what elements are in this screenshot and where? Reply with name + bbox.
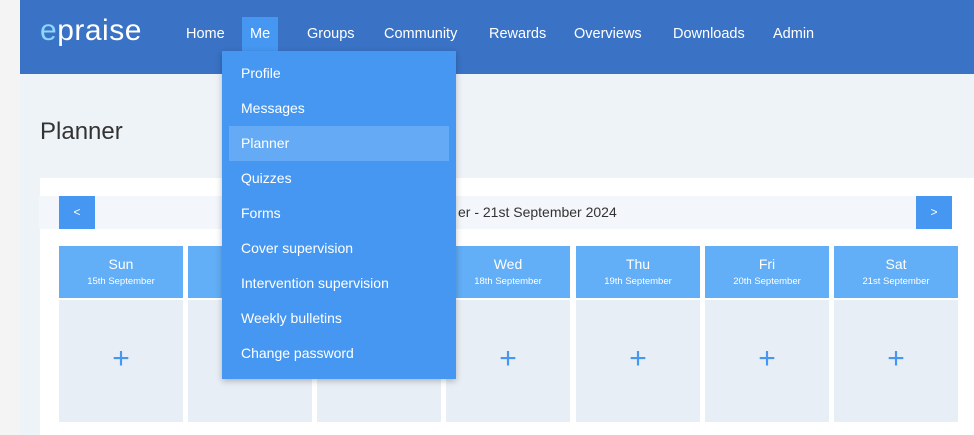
prev-week-button[interactable]: < (59, 196, 95, 229)
menu-item-change-password[interactable]: Change password (222, 336, 456, 371)
menu-item-cover-supervision[interactable]: Cover supervision (222, 231, 456, 266)
day-cell[interactable]: + (59, 300, 183, 422)
day-header: Sat 21st September (834, 246, 958, 298)
day-date: 20th September (733, 276, 801, 287)
menu-item-intervention-supervision[interactable]: Intervention supervision (222, 266, 456, 301)
day-column-fri: Fri 20th September + (705, 246, 829, 422)
day-column-sat: Sat 21st September + (834, 246, 958, 422)
day-cell[interactable]: + (576, 300, 700, 422)
day-name: Wed (493, 256, 523, 272)
add-plus-icon[interactable]: + (446, 344, 570, 374)
page-title: Planner (40, 118, 123, 145)
menu-item-forms[interactable]: Forms (222, 196, 456, 231)
day-date: 21st September (862, 276, 930, 287)
nav-community[interactable]: Community (376, 17, 465, 51)
menu-item-profile[interactable]: Profile (222, 56, 456, 91)
day-column-wed: Wed 18th September + (446, 246, 570, 422)
day-name: Sun (108, 256, 134, 272)
day-date: 15th September (87, 276, 155, 287)
top-navbar: epraise Home Me Groups Community Rewards… (20, 0, 974, 74)
menu-item-messages[interactable]: Messages (222, 91, 456, 126)
day-header: Sun 15th September (59, 246, 183, 298)
day-header: Fri 20th September (705, 246, 829, 298)
day-name: Fri (758, 256, 776, 272)
nav-downloads[interactable]: Downloads (665, 17, 753, 51)
day-name: Sat (885, 256, 907, 272)
day-cell[interactable]: + (446, 300, 570, 422)
add-plus-icon[interactable]: + (834, 344, 958, 374)
nav-groups[interactable]: Groups (299, 17, 363, 51)
next-week-button[interactable]: > (916, 196, 952, 229)
menu-item-planner[interactable]: Planner (229, 126, 449, 161)
me-dropdown-menu: Profile Messages Planner Quizzes Forms C… (222, 51, 456, 379)
day-column-sun: Sun 15th September + (59, 246, 183, 422)
day-header: Wed 18th September (446, 246, 570, 298)
nav-admin[interactable]: Admin (765, 17, 822, 51)
menu-item-quizzes[interactable]: Quizzes (222, 161, 456, 196)
day-cell[interactable]: + (834, 300, 958, 422)
add-plus-icon[interactable]: + (705, 344, 829, 374)
add-plus-icon[interactable]: + (576, 344, 700, 374)
day-name: Thu (625, 256, 651, 272)
day-date: 18th September (474, 276, 542, 287)
day-column-thu: Thu 19th September + (576, 246, 700, 422)
menu-item-weekly-bulletins[interactable]: Weekly bulletins (222, 301, 456, 336)
nav-rewards[interactable]: Rewards (481, 17, 554, 51)
day-header: Thu 19th September (576, 246, 700, 298)
logo-text: praise (57, 14, 142, 47)
week-range-label: er - 21st September 2024 (458, 204, 617, 220)
nav-home[interactable]: Home (178, 17, 233, 51)
day-date: 19th September (604, 276, 672, 287)
add-plus-icon[interactable]: + (59, 344, 183, 374)
day-cell[interactable]: + (705, 300, 829, 422)
left-strip (0, 0, 20, 435)
logo-accent: e (40, 14, 58, 47)
logo[interactable]: epraise (40, 14, 142, 48)
nav-overviews[interactable]: Overviews (566, 17, 650, 51)
nav-me[interactable]: Me (242, 17, 279, 51)
